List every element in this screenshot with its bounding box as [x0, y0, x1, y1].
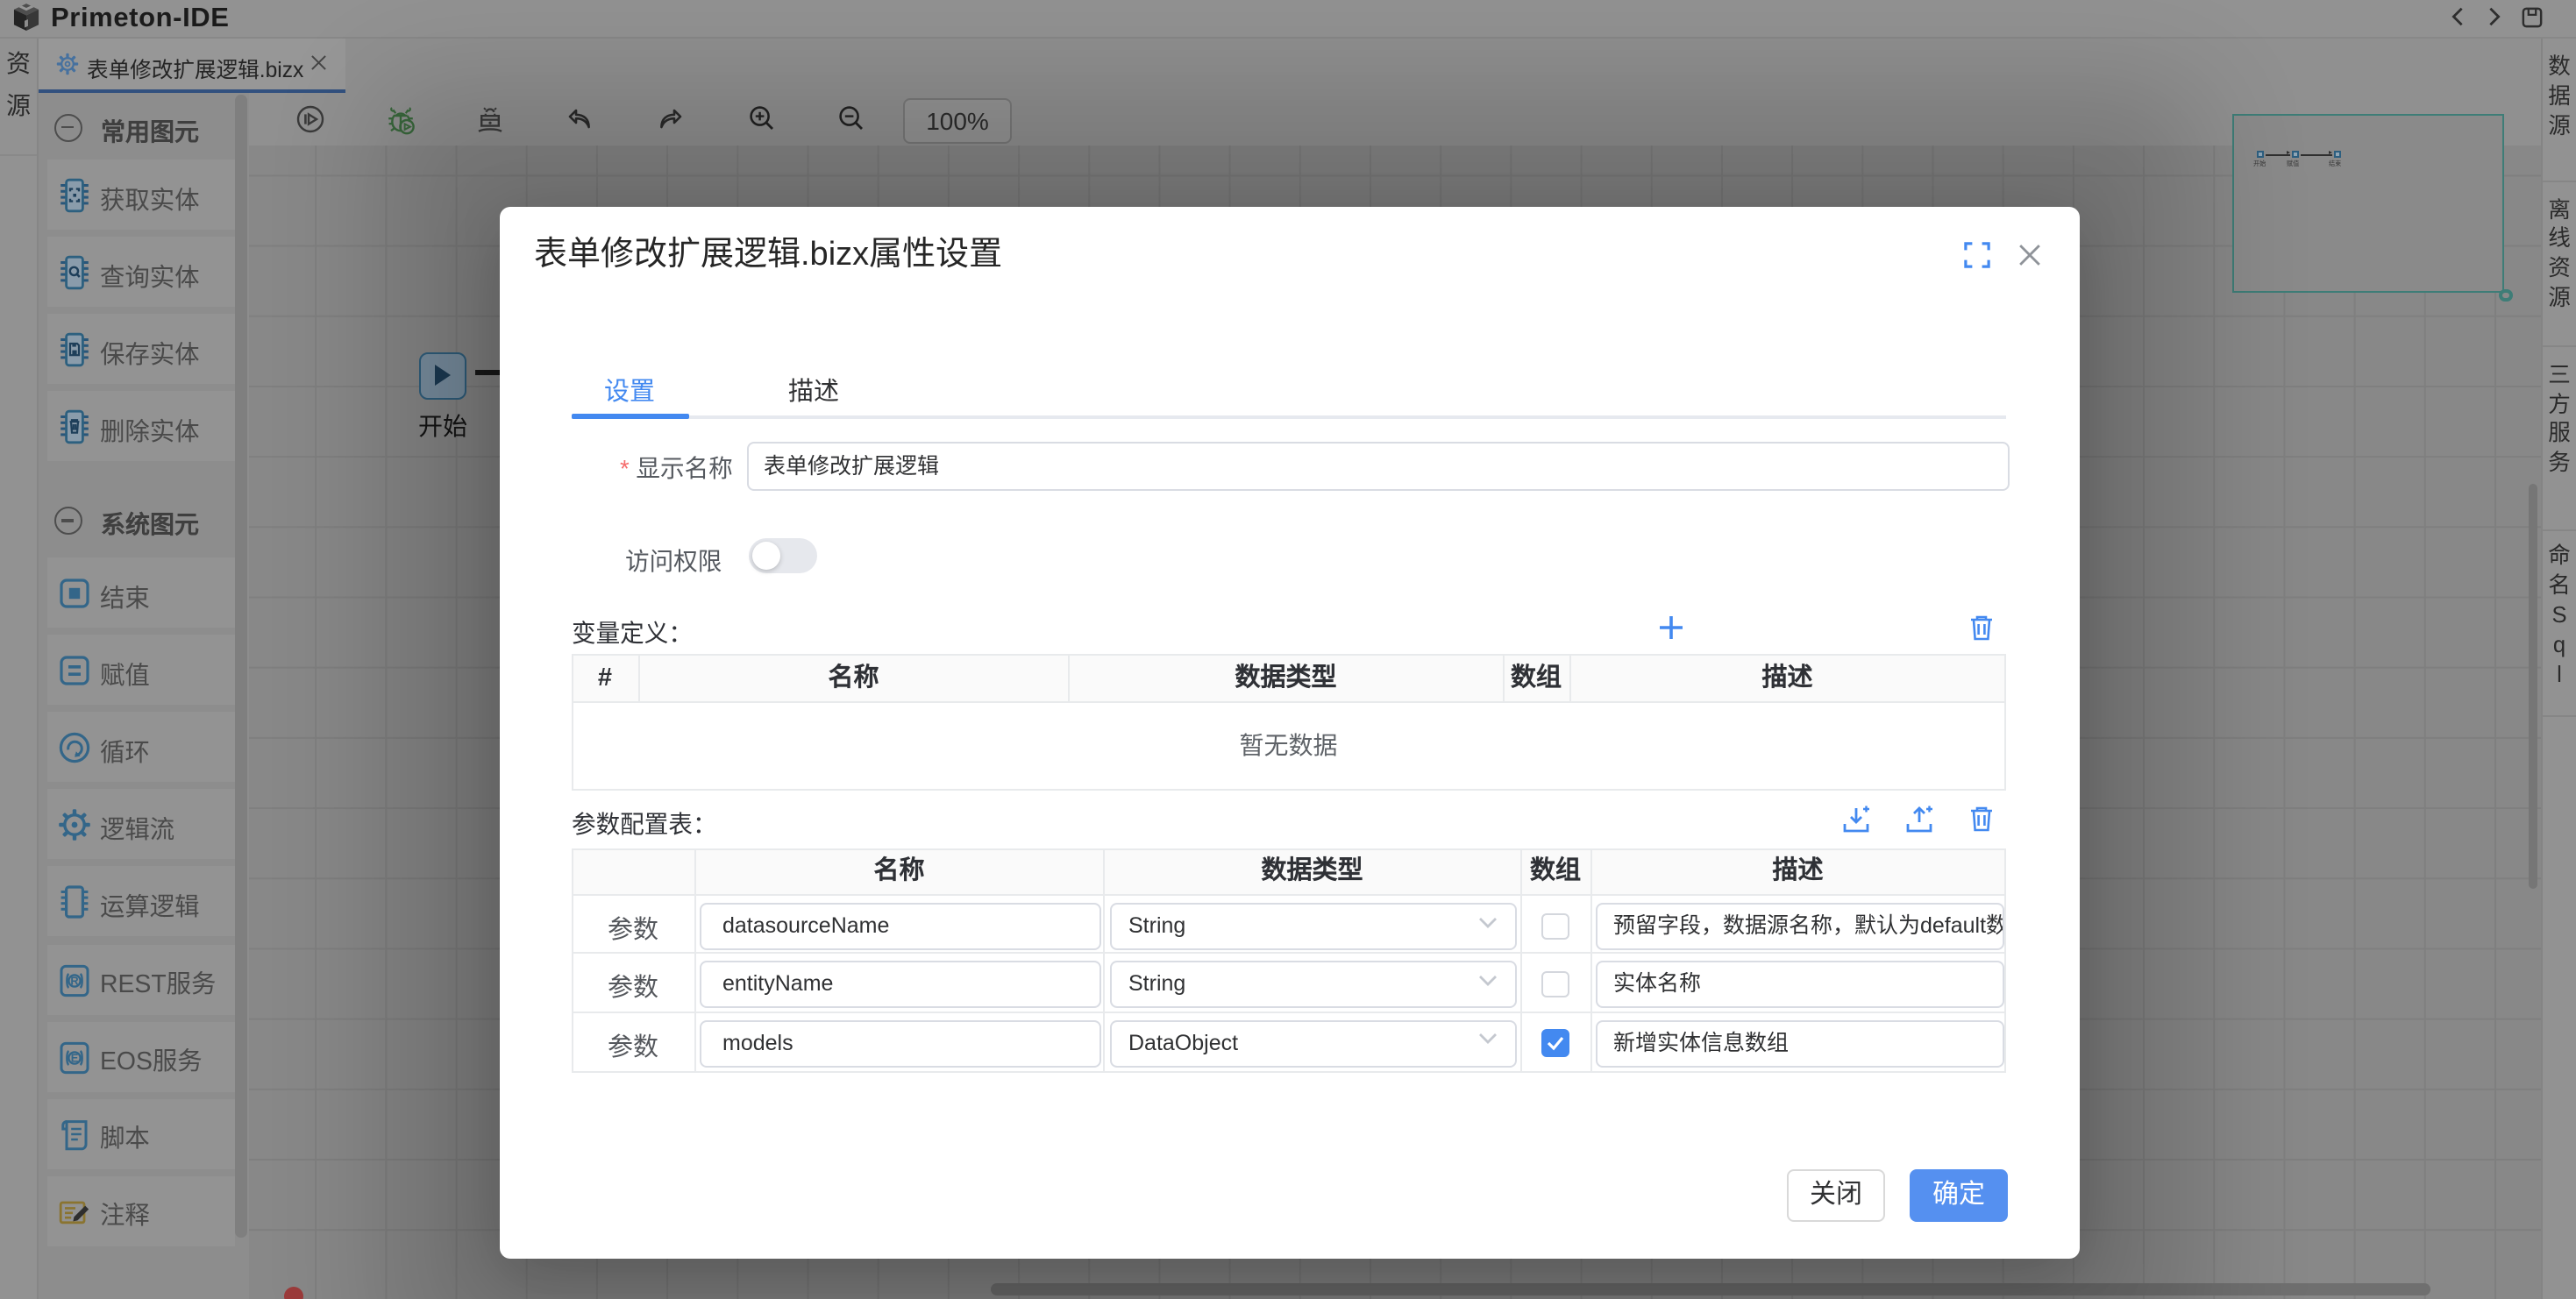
- svg-text:E: E: [71, 1051, 79, 1064]
- svg-text:R: R: [70, 974, 78, 987]
